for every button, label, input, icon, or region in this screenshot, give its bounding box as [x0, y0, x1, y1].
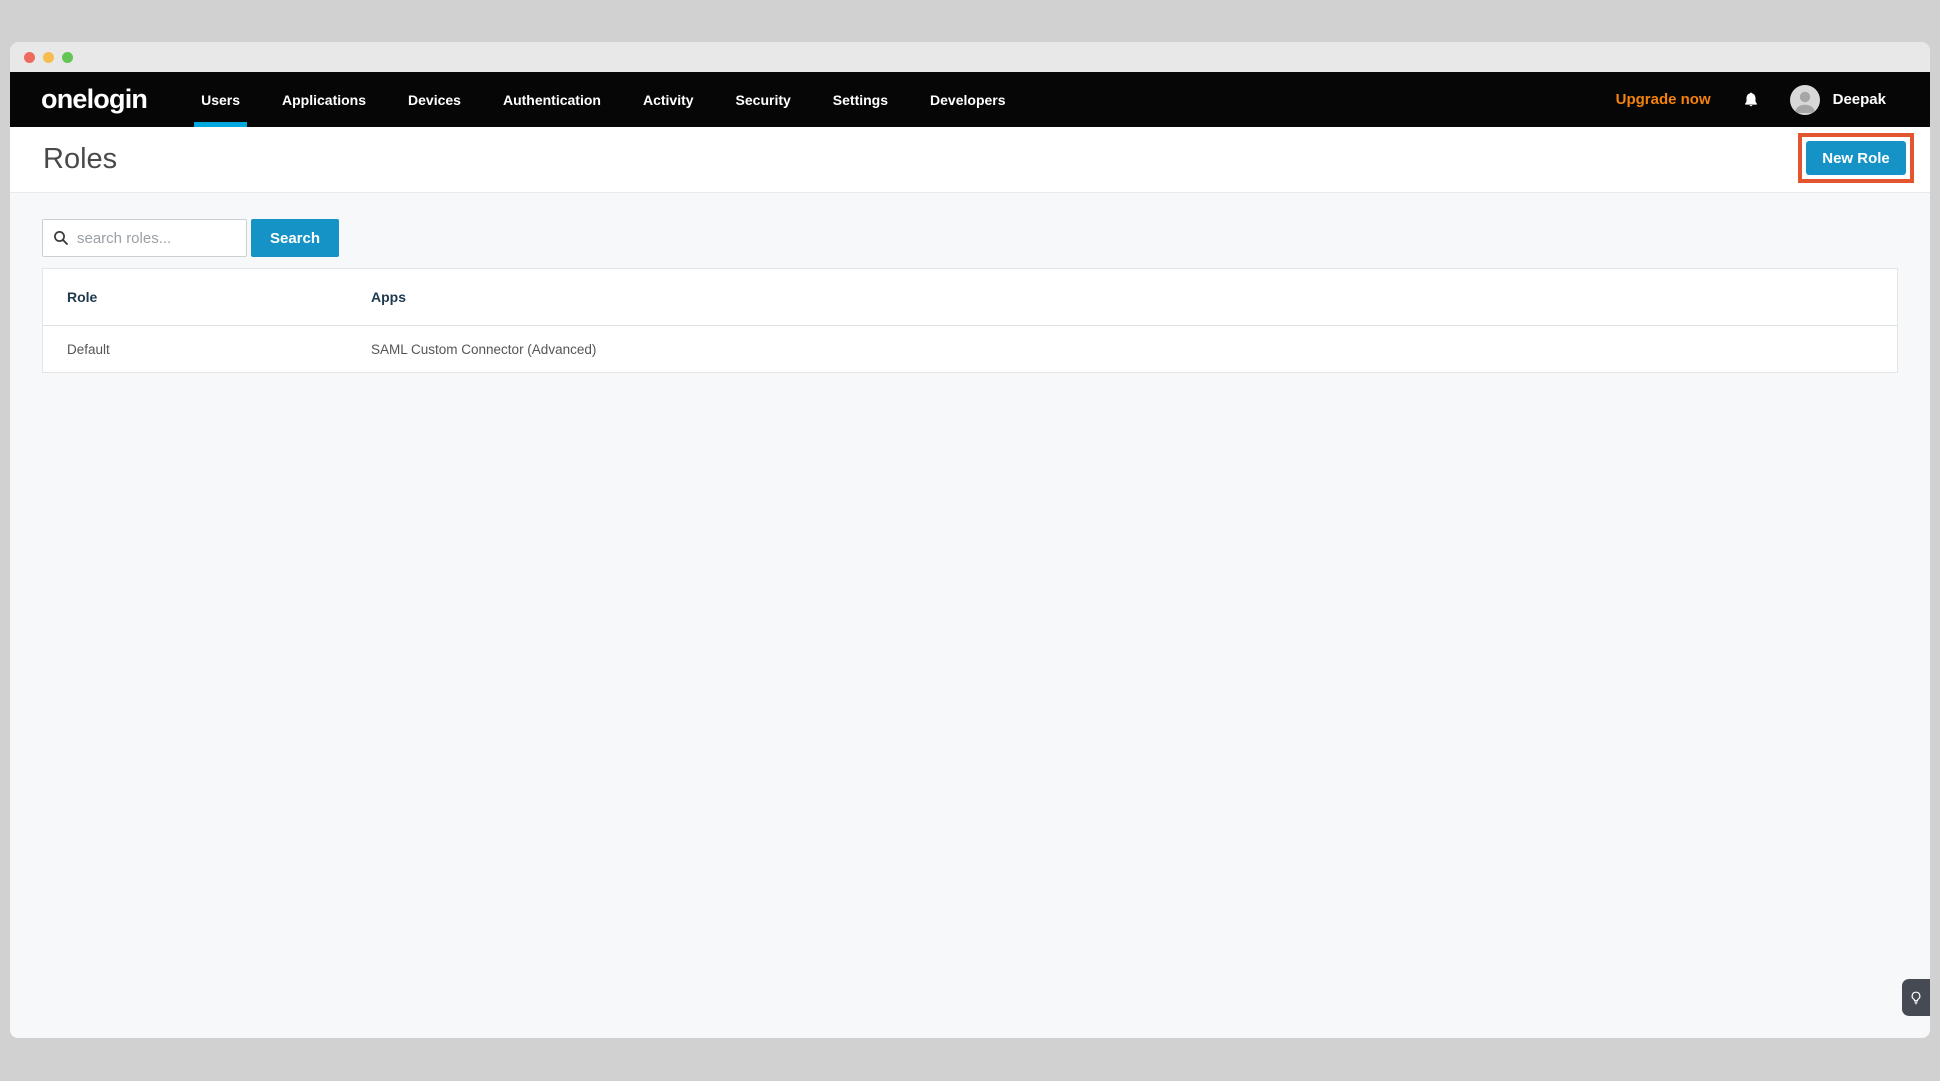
help-tab[interactable] — [1902, 979, 1930, 1016]
window-titlebar — [10, 42, 1930, 72]
search-button[interactable]: Search — [251, 219, 339, 257]
navbar-right-group: Upgrade now Deepak — [1616, 72, 1886, 127]
column-header-apps: Apps — [371, 289, 406, 305]
primary-nav: Users Applications Devices Authenticatio… — [201, 72, 1005, 127]
new-role-button[interactable]: New Role — [1806, 141, 1906, 175]
search-icon — [53, 230, 69, 246]
nav-item-security[interactable]: Security — [736, 72, 791, 127]
notifications-bell-icon[interactable] — [1742, 91, 1760, 109]
column-header-role: Role — [43, 289, 371, 305]
search-input[interactable] — [43, 220, 246, 256]
user-menu[interactable]: Deepak — [1790, 85, 1886, 115]
role-cell: Default — [43, 342, 371, 357]
top-navbar: onelogin Users Applications Devices Auth… — [10, 72, 1930, 127]
table-header-row: Role Apps — [43, 269, 1897, 326]
nav-item-users[interactable]: Users — [201, 72, 240, 127]
person-icon — [1790, 85, 1820, 115]
roles-page-content: Search Role Apps Default SAML Custom Con… — [10, 193, 1930, 1038]
onelogin-logo[interactable]: onelogin — [41, 84, 147, 115]
lightbulb-icon — [1908, 990, 1924, 1006]
upgrade-now-link[interactable]: Upgrade now — [1616, 91, 1711, 108]
page-header: Roles New Role — [10, 127, 1930, 193]
table-row[interactable]: Default SAML Custom Connector (Advanced) — [43, 326, 1897, 372]
window-minimize-button[interactable] — [43, 52, 54, 63]
bell-icon — [1742, 91, 1760, 109]
nav-item-activity[interactable]: Activity — [643, 72, 694, 127]
browser-window: onelogin Users Applications Devices Auth… — [10, 42, 1930, 1038]
nav-item-authentication[interactable]: Authentication — [503, 72, 601, 127]
nav-item-applications[interactable]: Applications — [282, 72, 366, 127]
user-name: Deepak — [1833, 91, 1886, 108]
apps-cell: SAML Custom Connector (Advanced) — [371, 342, 596, 357]
nav-item-settings[interactable]: Settings — [833, 72, 888, 127]
window-zoom-button[interactable] — [62, 52, 73, 63]
annotation-highlight-box: New Role — [1798, 133, 1914, 183]
search-row: Search — [42, 219, 1898, 257]
search-field — [42, 219, 247, 257]
page-title: Roles — [43, 143, 117, 176]
nav-item-devices[interactable]: Devices — [408, 72, 461, 127]
window-close-button[interactable] — [24, 52, 35, 63]
avatar — [1790, 85, 1820, 115]
nav-item-developers[interactable]: Developers — [930, 72, 1005, 127]
roles-table: Role Apps Default SAML Custom Connector … — [42, 268, 1898, 373]
